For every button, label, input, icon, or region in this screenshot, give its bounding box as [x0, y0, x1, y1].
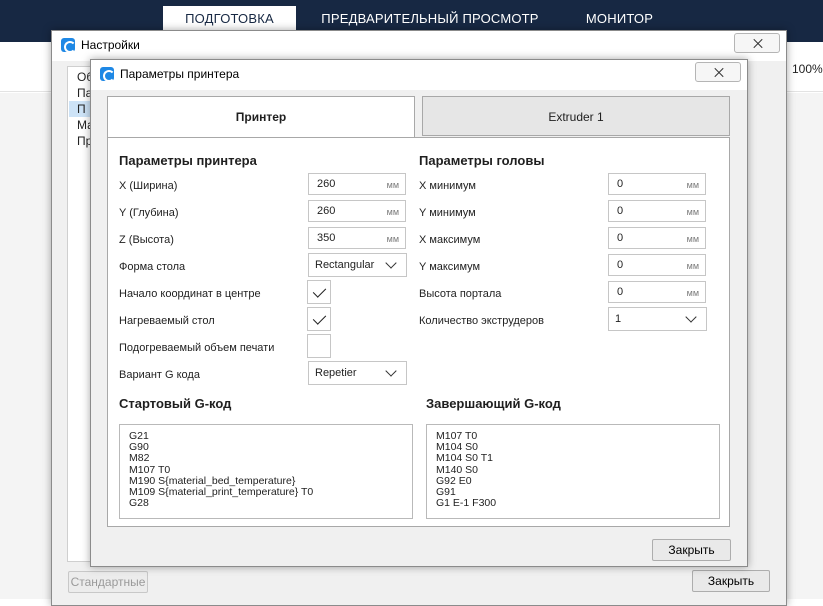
heated-volume-label: Подогреваемый объем печати: [119, 342, 275, 354]
extruder-count-select[interactable]: 1: [608, 307, 707, 331]
printer-tabs: Принтер Extruder 1: [107, 96, 730, 138]
gantry-height-label: Высота портала: [419, 288, 502, 300]
start-gcode-line: M82: [129, 452, 150, 465]
y-min-field[interactable]: 0 мм: [608, 200, 706, 222]
gcode-flavor-value: Repetier: [315, 367, 357, 379]
end-gcode-line: M140 S0: [436, 463, 479, 476]
bed-shape-label: Форма стола: [119, 261, 186, 273]
start-gcode-line: G28: [129, 497, 149, 510]
chevron-down-icon: [685, 311, 697, 323]
width-label: X (Ширина): [119, 180, 178, 192]
origin-center-checkbox[interactable]: [307, 280, 331, 304]
gantry-height-unit: мм: [686, 288, 699, 298]
width-value: 260: [317, 178, 336, 190]
cura-logo-icon: [100, 67, 115, 82]
height-unit: мм: [386, 234, 399, 244]
y-max-field[interactable]: 0 мм: [608, 254, 706, 276]
height-label: Z (Высота): [119, 234, 174, 246]
x-min-unit: мм: [686, 180, 699, 190]
printer-tab-panel: Параметры принтера X (Ширина) 260 мм Y (…: [107, 137, 730, 527]
y-max-label: Y максимум: [419, 261, 481, 273]
tab-printer[interactable]: Принтер: [107, 96, 415, 138]
gcode-flavor-label: Вариант G кода: [119, 369, 200, 381]
width-unit: мм: [386, 180, 399, 190]
heated-volume-checkbox[interactable]: [307, 334, 331, 358]
stage-tab-prepare[interactable]: ПОДГОТОВКА: [163, 6, 296, 30]
end-gcode-line: G92 E0: [436, 474, 472, 487]
settings-close-button[interactable]: Закрыть: [692, 570, 770, 592]
start-gcode-line: M109 S{material_print_temperature} T0: [129, 486, 314, 499]
gcode-flavor-select[interactable]: Repetier: [308, 361, 407, 385]
tab-extruder-1[interactable]: Extruder 1: [422, 96, 730, 136]
origin-center-label: Начало координат в центре: [119, 288, 261, 300]
printer-dialog-title-bar: Параметры принтера: [91, 60, 747, 90]
start-gcode-editor[interactable]: G21 G90 M82 M107 T0 M190 S{material_bed_…: [119, 424, 413, 519]
heated-bed-checkbox[interactable]: [307, 307, 331, 331]
printer-section-title: Параметры принтера: [119, 153, 257, 168]
y-min-label: Y минимум: [419, 207, 476, 219]
settings-close-icon[interactable]: [734, 33, 780, 53]
gantry-height-field[interactable]: 0 мм: [608, 281, 706, 303]
extruder-count-label: Количество экструдеров: [419, 315, 544, 327]
start-gcode-title: Стартовый G-код: [119, 396, 232, 411]
stage-tab-monitor[interactable]: МОНИТОР: [568, 6, 671, 30]
x-max-unit: мм: [686, 234, 699, 244]
x-min-field[interactable]: 0 мм: [608, 173, 706, 195]
end-gcode-editor[interactable]: M107 T0 M104 S0 M104 S0 T1 M140 S0 G92 E…: [426, 424, 720, 519]
heated-bed-label: Нагреваемый стол: [119, 315, 215, 327]
head-section-title: Параметры головы: [419, 153, 545, 168]
gantry-height-value: 0: [617, 286, 624, 298]
printer-dialog-title: Параметры принтера: [120, 67, 240, 81]
depth-value: 260: [317, 205, 336, 217]
y-max-unit: мм: [686, 261, 699, 271]
stage-tab-preview[interactable]: ПРЕДВАРИТЕЛЬНЫЙ ПРОСМОТР: [312, 6, 548, 30]
depth-unit: мм: [386, 207, 399, 217]
x-min-label: X минимум: [419, 180, 476, 192]
x-min-value: 0: [617, 178, 624, 190]
width-field[interactable]: 260 мм: [308, 173, 406, 195]
chevron-down-icon: [385, 257, 397, 269]
end-gcode-line: M107 T0: [436, 430, 478, 442]
settings-title-bar: Настройки: [52, 31, 786, 61]
depth-label: Y (Глубина): [119, 207, 179, 219]
depth-field[interactable]: 260 мм: [308, 200, 406, 222]
y-min-unit: мм: [686, 207, 699, 217]
end-gcode-line: G1 E-1 F300: [436, 497, 497, 510]
settings-title: Настройки: [81, 38, 140, 52]
zoom-level: 100%: [792, 62, 823, 76]
y-min-value: 0: [617, 205, 624, 217]
height-value: 350: [317, 232, 336, 244]
end-gcode-line: M104 S0 T1: [436, 452, 494, 465]
printer-dialog-close-icon[interactable]: [695, 62, 741, 82]
printer-dialog-close-button[interactable]: Закрыть: [652, 539, 731, 561]
x-max-value: 0: [617, 232, 624, 244]
start-gcode-line: G90: [129, 441, 149, 454]
height-field[interactable]: 350 мм: [308, 227, 406, 249]
printer-settings-dialog: Параметры принтера Принтер Extruder 1 Па…: [90, 59, 748, 567]
end-gcode-title: Завершающий G-код: [426, 396, 561, 411]
bed-shape-value: Rectangular: [315, 259, 375, 271]
chevron-down-icon: [385, 365, 397, 377]
x-max-label: X максимум: [419, 234, 481, 246]
cura-logo-icon: [61, 38, 76, 53]
extruder-count-value: 1: [615, 313, 622, 325]
x-max-field[interactable]: 0 мм: [608, 227, 706, 249]
start-gcode-line: G21: [129, 430, 149, 442]
bed-shape-select[interactable]: Rectangular: [308, 253, 407, 277]
y-max-value: 0: [617, 259, 624, 271]
defaults-button[interactable]: Стандартные: [68, 571, 148, 593]
